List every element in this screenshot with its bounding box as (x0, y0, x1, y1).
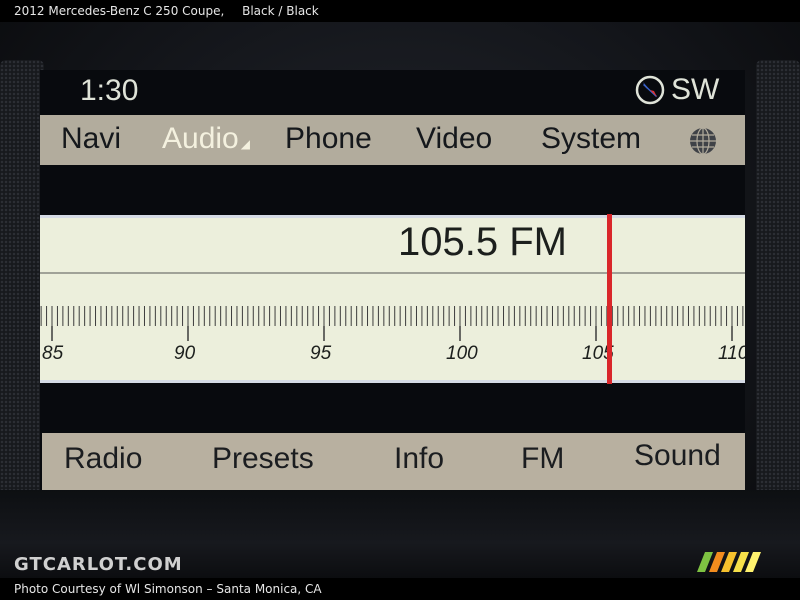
menu-audio-label: Audio (162, 122, 239, 155)
compass-heading: SW (671, 73, 720, 106)
tuning-needle[interactable] (607, 214, 613, 384)
caption-bottom: Photo Courtesy of Wl Simonson – Santa Mo… (0, 578, 800, 600)
compass[interactable]: SW (635, 73, 719, 107)
compass-icon (635, 75, 665, 105)
scale-label: 90 (174, 343, 196, 364)
watermark-logo: GTCARLOT.COM (14, 554, 183, 575)
submenu-indicator-icon: ◢ (240, 137, 250, 151)
photo-credit: Photo Courtesy of Wl Simonson – Santa Mo… (14, 582, 322, 596)
menu-system[interactable]: System (541, 122, 641, 156)
globe-icon[interactable] (688, 126, 718, 156)
softkey-presets[interactable]: Presets (212, 442, 314, 476)
speaker-grille-left (0, 60, 44, 515)
stripes-logo-icon (697, 552, 761, 572)
menu-navi[interactable]: Navi (61, 122, 121, 156)
softkey-sound[interactable]: Sound (634, 439, 721, 473)
menu-video[interactable]: Video (416, 122, 492, 156)
softkey-radio[interactable]: Radio (64, 442, 142, 476)
infotainment-screen: 1:30 SW Navi Audio◢ Phone Video System (40, 70, 745, 490)
photo-area: 1:30 SW Navi Audio◢ Phone Video System (0, 22, 800, 578)
scale-label: 110 MHz (718, 343, 745, 364)
scale-label: 95 (310, 343, 332, 364)
main-menu-bar: Navi Audio ◢ Phone Video System (40, 115, 745, 165)
scale-label: 85 (42, 343, 64, 364)
radio-tuner-display: 105.5 FM 859095100105110 MHz (40, 214, 745, 384)
caption-title: 2012 Mercedes-Benz C 250 Coupe, (14, 4, 225, 18)
menu-phone[interactable]: Phone (285, 122, 372, 156)
speaker-grille-right (756, 60, 800, 515)
softkey-info[interactable]: Info (394, 442, 444, 476)
frequency-scale[interactable]: 859095100105110 MHz (40, 218, 745, 383)
clock: 1:30 (80, 74, 139, 107)
softkey-fm[interactable]: FM (521, 442, 564, 476)
caption-top: 2012 Mercedes-Benz C 250 Coupe, Black / … (0, 0, 800, 22)
scale-label: 100 (446, 343, 478, 364)
menu-audio[interactable]: Audio ◢ (162, 122, 250, 156)
softkey-bar: Radio Presets Info FM Sound (42, 433, 745, 490)
caption-color: Black / Black (242, 4, 319, 18)
